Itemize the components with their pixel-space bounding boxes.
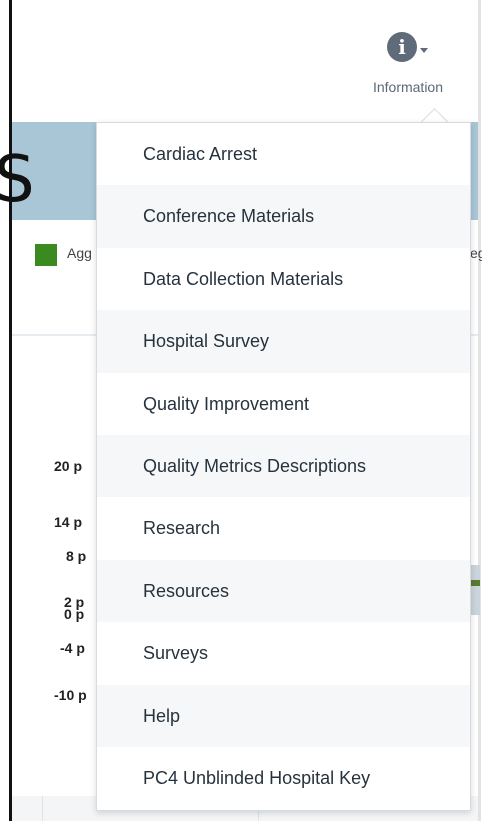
information-dropdown-menu: Cardiac Arrest Conference Materials Data… bbox=[96, 122, 471, 811]
menu-item-conference-materials[interactable]: Conference Materials bbox=[97, 185, 470, 248]
menu-item-quality-metrics-descriptions[interactable]: Quality Metrics Descriptions bbox=[97, 434, 470, 498]
y-axis-tick-label: 14 p bbox=[54, 514, 83, 530]
menu-item-quality-improvement[interactable]: Quality Improvement bbox=[97, 373, 470, 435]
menu-item-surveys[interactable]: Surveys bbox=[97, 622, 470, 684]
legend-swatch bbox=[35, 244, 57, 266]
menu-item-pc4-unblinded-hospital-key[interactable]: PC4 Unblinded Hospital Key bbox=[97, 747, 470, 809]
menu-item-hospital-survey[interactable]: Hospital Survey bbox=[97, 310, 470, 373]
legend-label-right: eg bbox=[470, 245, 482, 261]
top-navigation-bar: i Information bbox=[12, 0, 478, 122]
dropdown-menu-list: Cardiac Arrest Conference Materials Data… bbox=[97, 123, 470, 809]
y-axis-tick-label: -10 p bbox=[54, 687, 87, 703]
menu-item-resources[interactable]: Resources bbox=[97, 559, 470, 623]
menu-item-research[interactable]: Research bbox=[97, 497, 470, 559]
table-column-divider bbox=[42, 796, 43, 821]
legend-label-left: Agg bbox=[67, 245, 92, 261]
menu-item-data-collection-materials[interactable]: Data Collection Materials bbox=[97, 248, 470, 310]
caret-down-icon bbox=[420, 48, 428, 53]
information-menu-button[interactable]: i Information bbox=[348, 30, 468, 104]
menu-item-help[interactable]: Help bbox=[97, 684, 470, 747]
page-heading-fragment: S bbox=[0, 143, 35, 217]
y-axis-tick-label: 20 p bbox=[54, 458, 83, 474]
info-circle-icon: i bbox=[387, 32, 417, 62]
menu-item-cardiac-arrest[interactable]: Cardiac Arrest bbox=[97, 123, 470, 185]
information-label: Information bbox=[372, 79, 444, 95]
y-axis-tick-label: -4 p bbox=[60, 640, 85, 656]
frame-border-right bbox=[478, 0, 481, 821]
